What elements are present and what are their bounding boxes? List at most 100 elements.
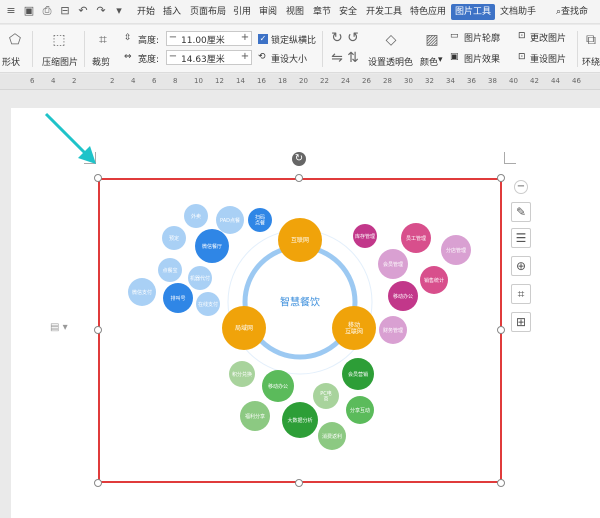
divider (84, 31, 85, 67)
blue-node-label: PAD点餐 (220, 217, 240, 224)
blue-node-label: 扫码点餐 (255, 214, 265, 227)
reset-size-icon[interactable]: ⟲ (258, 52, 266, 62)
change-picture-icon[interactable]: ⊡ (518, 31, 526, 41)
height-label: 高度: (138, 36, 160, 46)
menu-icon[interactable]: ≡ (4, 4, 18, 18)
resize-handle-tr[interactable] (497, 174, 505, 182)
width-label: 宽度: (138, 55, 160, 65)
width-value[interactable]: 14.63厘米 (181, 52, 225, 65)
resize-handle-l[interactable] (94, 326, 102, 334)
height-value[interactable]: 11.00厘米 (181, 33, 225, 46)
reset-picture-icon[interactable]: ⊡ (518, 52, 526, 62)
collapse-icon[interactable]: − (514, 180, 528, 194)
crop-icon[interactable]: ⌗ (94, 31, 112, 49)
rotate-handle-icon[interactable]: ↻ (292, 152, 306, 166)
resize-handle-t[interactable] (295, 174, 303, 182)
shape-icon[interactable]: ⬠ (6, 31, 24, 49)
resize-handle-bl[interactable] (94, 479, 102, 487)
ruler-tick-label: 38 (488, 77, 497, 85)
lock-ratio-checkbox[interactable]: ✓ (258, 34, 268, 44)
shape-label[interactable]: 形状 (2, 55, 20, 68)
blue-node-label: 外卖 (191, 213, 201, 220)
pink-node-label: 库存管理 (355, 233, 375, 240)
print-preview-icon[interactable]: ⎙ (40, 4, 54, 18)
ruler-tick-label: 28 (383, 77, 392, 85)
center-label: 智慧餐饮 (280, 296, 320, 309)
reset-picture-button[interactable]: 重设图片 (530, 52, 566, 65)
ruler-tick-label: 4 (51, 77, 56, 85)
menu-item-review[interactable]: 审阅 (259, 4, 277, 20)
redo-icon[interactable]: ↷ (94, 4, 108, 18)
color-icon[interactable]: ▨ (423, 31, 441, 49)
outline-icon[interactable]: ▭ (450, 31, 459, 41)
width-field[interactable]: − 14.63厘米 + (166, 50, 252, 65)
color-button[interactable]: 颜色 (420, 55, 438, 68)
ruler-tick-label: 8 (173, 77, 178, 85)
compress-icon[interactable]: ⬚ (50, 31, 68, 49)
reset-size-button[interactable]: 重设大小 (271, 52, 307, 65)
chevron-down-icon[interactable]: ▾ (438, 55, 443, 65)
height-field[interactable]: − 11.00厘米 + (166, 31, 252, 46)
wrap-text-icon[interactable]: ☰ (511, 228, 531, 248)
ruler-tick-label: 34 (446, 77, 455, 85)
layout-options-icon[interactable]: ▤ ▾ (50, 322, 68, 333)
plus-icon[interactable]: + (239, 51, 251, 64)
menu-item-doc-assistant[interactable]: 文档助手 (500, 4, 536, 20)
horizontal-ruler[interactable]: 6 4 2 2 4 6 8 10 12 14 16 18 20 22 24 26 28 30 32 34 36 38 40 4… (0, 74, 600, 90)
resize-handle-r[interactable] (497, 326, 505, 334)
pink-node-label: 分店管理 (446, 247, 466, 254)
menu-item-insert[interactable]: 插入 (163, 4, 181, 20)
zoom-icon[interactable]: ⊕ (511, 256, 531, 276)
wrap-button[interactable]: 环绕 (582, 55, 600, 68)
flip-vertical-icon[interactable]: ⇅ (344, 49, 362, 67)
outline-button[interactable]: 图片轮廓 (464, 31, 500, 44)
menu-item-special-apps[interactable]: 特色应用 (410, 4, 446, 20)
plus-icon[interactable]: + (239, 32, 251, 45)
save-icon[interactable]: ▣ (22, 4, 36, 18)
resize-handle-b[interactable] (295, 479, 303, 487)
picture-tools-icon[interactable]: ⊞ (511, 312, 531, 332)
effect-icon[interactable]: ▣ (450, 52, 459, 62)
minus-icon[interactable]: − (167, 32, 179, 45)
transparent-color-icon[interactable]: ◇ (382, 31, 400, 49)
lock-ratio-label[interactable]: 锁定纵横比 (271, 33, 316, 46)
undo-icon[interactable]: ↶ (76, 4, 90, 18)
ruler-tick-label: 14 (236, 77, 245, 85)
resize-handle-br[interactable] (497, 479, 505, 487)
compress-button[interactable]: 压缩图片 (42, 55, 78, 68)
ruler-tick-label: 2 (110, 77, 115, 85)
wrap-icon[interactable]: ⧉ (582, 31, 600, 49)
crop-icon[interactable]: ⌗ (511, 284, 531, 304)
search-command[interactable]: ⌕查找命 (556, 4, 588, 20)
menu-item-security[interactable]: 安全 (339, 4, 357, 20)
blue-node-label: 在线支付 (198, 301, 218, 308)
selected-image-frame[interactable]: 智慧餐饮 互联网 移动互联网 局域网 外卖 PAD点餐 扫码点餐 预定 微信餐厅 点餐宝 机器代付微… (98, 178, 502, 483)
menu-item-view[interactable]: 视图 (286, 4, 304, 20)
menu-item-reference[interactable]: 引用 (233, 4, 251, 20)
print-icon[interactable]: ⊟ (58, 4, 72, 18)
dropdown-icon[interactable]: ▾ (112, 4, 126, 18)
transparent-color-button[interactable]: 设置透明色 (368, 55, 413, 68)
green-node-label: 大数据分析 (287, 417, 312, 424)
menu-item-picture-tools[interactable]: 图片工具 (451, 4, 496, 20)
pink-node-label: 移动办公 (393, 293, 413, 300)
resize-handle-tl[interactable] (94, 174, 102, 182)
width-icon: ⇔ (124, 52, 132, 62)
edit-icon[interactable]: ✎ (511, 202, 531, 222)
ruler-tick-label: 4 (131, 77, 136, 85)
ruler-tick-label: 6 (152, 77, 157, 85)
effect-button[interactable]: 图片效果 (464, 52, 500, 65)
blue-node-label: 机器代付 (190, 275, 210, 282)
ruler-tick-label: 2 (72, 77, 77, 85)
minus-icon[interactable]: − (167, 51, 179, 64)
ruler-tick-label: 26 (362, 77, 371, 85)
change-picture-button[interactable]: 更改图片 (530, 31, 566, 44)
menu-item-layout[interactable]: 页面布局 (190, 4, 226, 20)
rotate-left-icon[interactable]: ↺ (344, 29, 362, 47)
menu-item-section[interactable]: 章节 (313, 4, 331, 20)
menu-item-start[interactable]: 开始 (137, 4, 155, 20)
green-node-label: 会员营销 (348, 371, 368, 378)
ruler-tick-label: 12 (215, 77, 224, 85)
menu-item-dev-tools[interactable]: 开发工具 (366, 4, 402, 20)
crop-button[interactable]: 裁剪 (92, 55, 110, 68)
